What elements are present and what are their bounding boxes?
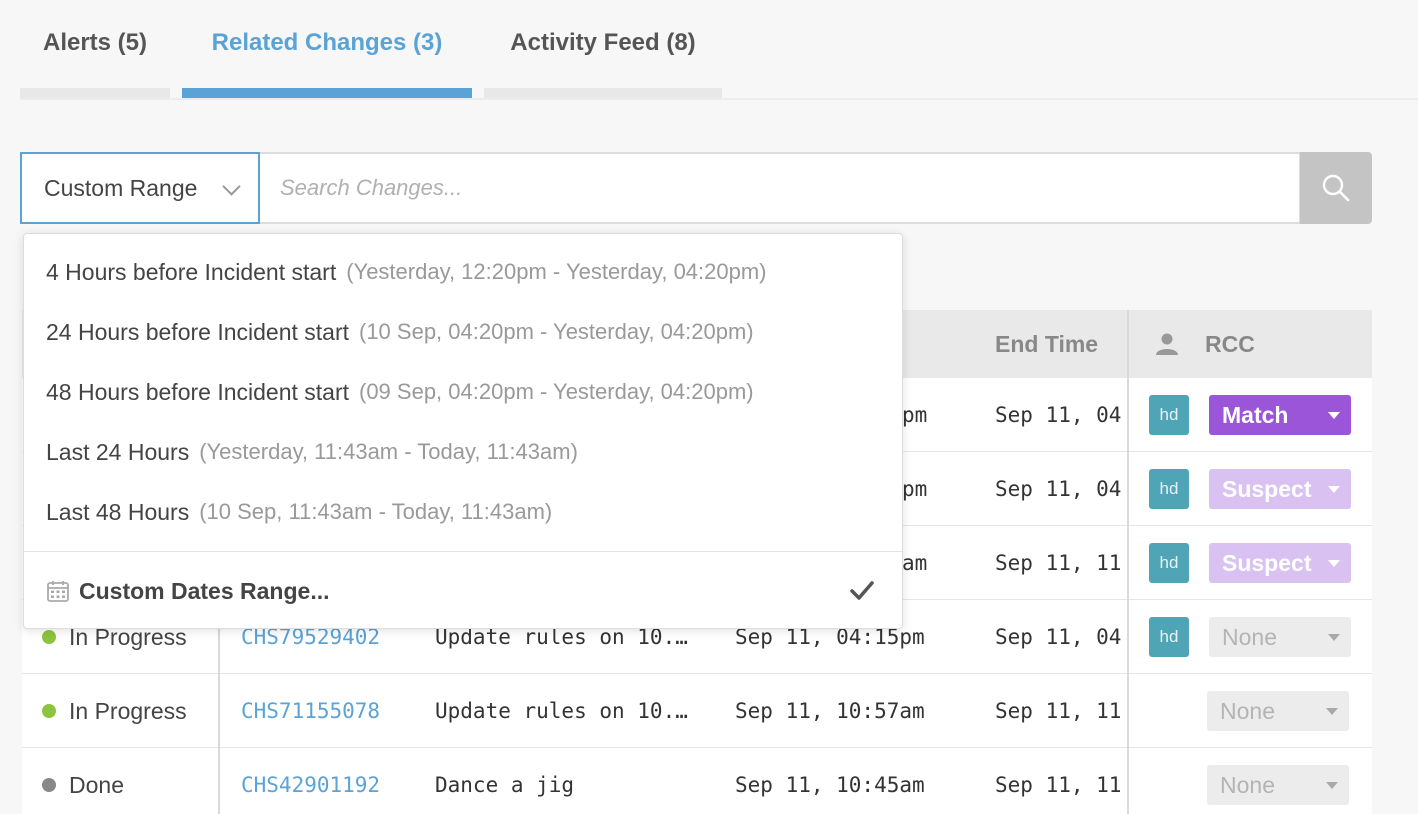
- menu-item-24h-before[interactable]: 24 Hours before Incident start (10 Sep, …: [46, 312, 754, 352]
- chevron-down-icon: [222, 177, 241, 196]
- status-dot-icon: [42, 630, 56, 644]
- menu-item-label: 4 Hours before Incident start: [46, 258, 337, 285]
- rcc-value: None: [1220, 697, 1275, 724]
- start-time: pm: [902, 403, 928, 427]
- tab-underline: [484, 88, 722, 98]
- menu-item-range: (Yesterday, 12:20pm - Yesterday, 04:20pm…: [346, 259, 767, 284]
- status: Done: [42, 748, 124, 814]
- tab-related-changes[interactable]: Related Changes (3): [182, 0, 472, 98]
- menu-item-label: 24 Hours before Incident start: [46, 318, 349, 345]
- header-end-time[interactable]: End Time: [995, 310, 1098, 378]
- status-label: In Progress: [69, 697, 187, 724]
- description: Dance a jig: [435, 773, 575, 797]
- avatar[interactable]: hd: [1149, 617, 1189, 657]
- user-icon: [1156, 333, 1178, 355]
- end-time: Sep 11, 11: [995, 699, 1122, 723]
- menu-item-label: Custom Dates Range...: [79, 577, 330, 604]
- menu-item-label: 48 Hours before Incident start: [46, 378, 349, 405]
- status: In Progress: [42, 674, 187, 748]
- search-icon: [1322, 174, 1350, 202]
- menu-item-last-24h[interactable]: Last 24 Hours (Yesterday, 11:43am - Toda…: [46, 432, 578, 472]
- calendar-icon: [47, 581, 69, 602]
- menu-item-48h-before[interactable]: 48 Hours before Incident start (09 Sep, …: [46, 372, 754, 412]
- header-rcc[interactable]: RCC: [1205, 310, 1255, 378]
- end-time: Sep 11, 11: [995, 773, 1122, 797]
- tab-underline: [182, 88, 472, 98]
- caret-down-icon: [1328, 560, 1340, 567]
- column-divider: [1127, 310, 1129, 814]
- end-time: Sep 11, 04: [995, 625, 1122, 649]
- rcc-select[interactable]: None: [1207, 765, 1349, 805]
- range-select-label: Custom Range: [44, 174, 198, 201]
- change-id-link[interactable]: CHS71155078: [241, 674, 380, 748]
- end-time: Sep 11, 04: [995, 477, 1122, 501]
- rcc-select[interactable]: Suspect: [1209, 543, 1351, 583]
- menu-divider: [24, 551, 902, 552]
- checkmark-icon: [850, 581, 874, 600]
- rcc-select[interactable]: None: [1209, 617, 1351, 657]
- menu-item-label: Last 48 Hours: [46, 498, 190, 525]
- caret-down-icon: [1328, 634, 1340, 641]
- tab-underline: [20, 88, 170, 98]
- column-divider: [218, 600, 220, 814]
- rcc-value: Match: [1222, 401, 1289, 428]
- range-select[interactable]: Custom Range: [20, 152, 260, 224]
- rcc-value: Suspect: [1222, 549, 1312, 576]
- tab-label: Related Changes (3): [211, 29, 443, 56]
- caret-down-icon: [1326, 782, 1338, 789]
- search-input[interactable]: [260, 152, 1301, 224]
- tab-activity-feed[interactable]: Activity Feed (8): [484, 0, 722, 98]
- start-time: Sep 11, 10:57am: [735, 699, 925, 723]
- menu-item-label: Last 24 Hours: [46, 438, 190, 465]
- caret-down-icon: [1326, 708, 1338, 715]
- search-button[interactable]: [1300, 152, 1372, 224]
- change-id-link[interactable]: CHS42901192: [241, 748, 380, 814]
- avatar[interactable]: hd: [1149, 469, 1189, 509]
- table-row[interactable]: In Progress CHS71155078 Update rules on …: [22, 674, 1372, 748]
- tab-label: Alerts (5): [42, 29, 148, 56]
- rcc-select[interactable]: None: [1207, 691, 1349, 731]
- status-dot-icon: [42, 704, 56, 718]
- menu-item-range: (09 Sep, 04:20pm - Yesterday, 04:20pm): [359, 379, 754, 404]
- rcc-value: None: [1222, 623, 1277, 650]
- description: Update rules on 10.…: [435, 699, 688, 723]
- rcc-value: None: [1220, 771, 1275, 798]
- caret-down-icon: [1328, 486, 1340, 493]
- menu-item-custom-dates[interactable]: Custom Dates Range...: [46, 571, 330, 611]
- rcc-select[interactable]: Match: [1209, 395, 1351, 435]
- end-time: Sep 11, 04: [995, 403, 1122, 427]
- range-dropdown-menu: 4 Hours before Incident start (Yesterday…: [23, 233, 903, 629]
- menu-item-range: (10 Sep, 11:43am - Today, 11:43am): [199, 499, 553, 524]
- menu-item-range: (10 Sep, 04:20pm - Yesterday, 04:20pm): [359, 319, 754, 344]
- tab-bar: Alerts (5) Related Changes (3) Activity …: [20, 0, 1418, 100]
- table-row[interactable]: Done CHS42901192 Dance a jig Sep 11, 10:…: [22, 748, 1372, 814]
- rcc-select[interactable]: Suspect: [1209, 469, 1351, 509]
- menu-item-4h-before[interactable]: 4 Hours before Incident start (Yesterday…: [46, 252, 767, 292]
- status-dot-icon: [42, 778, 56, 792]
- avatar[interactable]: hd: [1149, 395, 1189, 435]
- menu-item-range: (Yesterday, 11:43am - Today, 11:43am): [199, 439, 578, 464]
- caret-down-icon: [1328, 412, 1340, 419]
- start-time: Sep 11, 10:45am: [735, 773, 925, 797]
- start-time: am: [902, 551, 928, 575]
- tabs-divider: [20, 98, 1418, 100]
- header-owner: [1155, 310, 1179, 378]
- avatar[interactable]: hd: [1149, 543, 1189, 583]
- end-time: Sep 11, 11: [995, 551, 1122, 575]
- rcc-value: Suspect: [1222, 475, 1312, 502]
- tab-label: Activity Feed (8): [510, 29, 696, 56]
- menu-item-last-48h[interactable]: Last 48 Hours (10 Sep, 11:43am - Today, …: [46, 492, 552, 532]
- status-label: Done: [69, 771, 124, 798]
- tab-alerts[interactable]: Alerts (5): [20, 0, 170, 98]
- start-time: pm: [902, 477, 928, 501]
